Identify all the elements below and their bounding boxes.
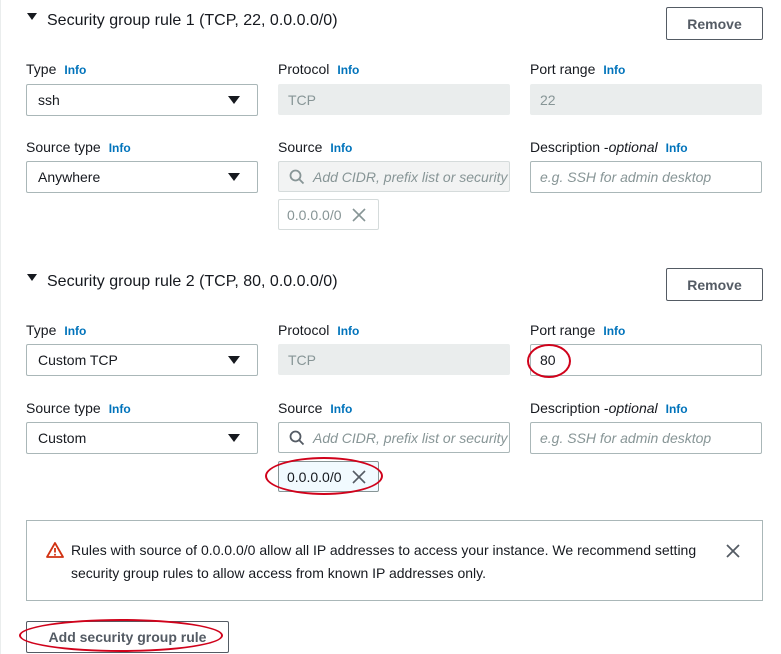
rule-2-source-type-label: Source type Info <box>26 400 131 416</box>
source-placeholder: Add CIDR, prefix list or security <box>313 168 508 185</box>
warning-alert: Rules with source of 0.0.0.0/0 allow all… <box>26 520 763 601</box>
port-value: 80 <box>540 352 556 368</box>
info-link[interactable]: Info <box>64 324 86 338</box>
info-link[interactable]: Info <box>330 402 352 416</box>
info-link[interactable]: Info <box>337 324 359 338</box>
source-label-text: Source <box>278 400 323 416</box>
rule-1-source-type-label: Source type Info <box>26 139 131 155</box>
caret-down-icon <box>228 173 240 181</box>
source-type-label-text: Source type <box>26 139 101 155</box>
search-icon <box>289 169 305 185</box>
rule-2-remove-button[interactable]: Remove <box>666 268 763 301</box>
info-link[interactable]: Info <box>330 141 352 155</box>
rule-2-description-label: Description - optional Info <box>530 400 688 416</box>
caret-down-icon <box>228 434 240 442</box>
rule-1-description-label: Description - optional Info <box>530 139 688 155</box>
rule-2-source-label: Source Info <box>278 400 352 416</box>
protocol-value: TCP <box>288 91 316 108</box>
info-link[interactable]: Info <box>603 63 625 77</box>
rule-2-source-input[interactable]: Add CIDR, prefix list or security <box>278 422 510 453</box>
rule-1-protocol-field: TCP <box>278 84 510 115</box>
info-link[interactable]: Info <box>337 63 359 77</box>
warning-line-1: Rules with source of 0.0.0.0/0 allow all… <box>71 542 697 558</box>
rule-1-header[interactable]: Security group rule 1 (TCP, 22, 0.0.0.0/… <box>27 12 338 30</box>
close-icon[interactable] <box>726 544 740 563</box>
info-link[interactable]: Info <box>603 324 625 338</box>
rule-2-protocol-field: TCP <box>278 344 510 375</box>
rule-2-title: Security group rule 2 (TCP, 80, 0.0.0.0/… <box>47 273 338 290</box>
rule-2-type-label: Type Info <box>26 322 86 338</box>
caret-down-icon[interactable] <box>27 273 37 281</box>
rule-1-port-field: 22 <box>530 84 762 115</box>
optional-tag: optional <box>608 400 658 416</box>
rule-1-source-input[interactable]: Add CIDR, prefix list or security <box>278 161 510 192</box>
rule-2-source-token: 0.0.0.0/0 <box>278 461 379 492</box>
rule-1-protocol-label: Protocol Info <box>278 61 359 77</box>
optional-tag: optional <box>608 139 658 155</box>
type-select-value: Custom TCP <box>38 352 118 368</box>
protocol-value: TCP <box>288 351 316 368</box>
rule-1-type-label: Type Info <box>26 61 86 77</box>
rule-2-header[interactable]: Security group rule 2 (TCP, 80, 0.0.0.0/… <box>27 273 338 291</box>
rule-1-port-label: Port range Info <box>530 61 625 77</box>
source-label-text: Source <box>278 139 323 155</box>
info-link[interactable]: Info <box>64 63 86 77</box>
protocol-label-text: Protocol <box>278 322 330 338</box>
close-icon[interactable] <box>351 469 366 484</box>
info-link[interactable]: Info <box>109 402 131 416</box>
description-placeholder: e.g. SSH for admin desktop <box>540 430 712 446</box>
security-group-rules-panel: Security group rule 1 (TCP, 22, 0.0.0.0/… <box>0 0 781 654</box>
caret-down-icon[interactable] <box>27 12 37 20</box>
port-value: 22 <box>540 91 556 108</box>
type-select-value: ssh <box>38 92 60 108</box>
caret-down-icon <box>228 96 240 104</box>
type-label-text: Type <box>26 322 57 338</box>
rule-2-description-input[interactable]: e.g. SSH for admin desktop <box>530 422 762 454</box>
search-icon <box>289 430 305 446</box>
source-token-label: 0.0.0.0/0 <box>287 468 342 485</box>
rule-2-source-type-select[interactable]: Custom <box>26 422 258 454</box>
rule-2-port-label: Port range Info <box>530 322 625 338</box>
rule-1-source-label: Source Info <box>278 139 352 155</box>
info-link[interactable]: Info <box>666 402 688 416</box>
rule-2-type-select[interactable]: Custom TCP <box>26 344 258 376</box>
rule-2-port-input[interactable]: 80 <box>530 344 762 376</box>
source-type-label-text: Source type <box>26 400 101 416</box>
caret-down-icon <box>228 356 240 364</box>
rule-1-description-input[interactable]: e.g. SSH for admin desktop <box>530 161 762 193</box>
rule-1-source-token: 0.0.0.0/0 <box>278 199 379 230</box>
port-label-text: Port range <box>530 61 596 77</box>
info-link[interactable]: Info <box>109 141 131 155</box>
warning-icon <box>46 542 64 563</box>
rule-2-protocol-label: Protocol Info <box>278 322 359 338</box>
source-placeholder: Add CIDR, prefix list or security <box>313 429 508 446</box>
source-token-label: 0.0.0.0/0 <box>287 206 342 223</box>
description-label-text: Description - <box>530 139 609 155</box>
description-label-text: Description - <box>530 400 609 416</box>
warning-line-2: security group rules to allow access fro… <box>71 565 487 581</box>
info-link[interactable]: Info <box>666 141 688 155</box>
description-placeholder: e.g. SSH for admin desktop <box>540 169 712 185</box>
add-security-group-rule-button[interactable]: Add security group rule <box>26 621 229 653</box>
rule-1-type-select[interactable]: ssh <box>26 84 258 116</box>
rule-1-source-type-select[interactable]: Anywhere <box>26 161 258 193</box>
rule-1-remove-button[interactable]: Remove <box>666 7 763 40</box>
rule-1-title: Security group rule 1 (TCP, 22, 0.0.0.0/… <box>47 12 338 29</box>
type-label-text: Type <box>26 61 57 77</box>
close-icon[interactable] <box>351 207 366 222</box>
warning-message: Rules with source of 0.0.0.0/0 allow all… <box>71 539 711 585</box>
source-type-value: Custom <box>38 430 87 446</box>
protocol-label-text: Protocol <box>278 61 330 77</box>
source-type-value: Anywhere <box>38 169 101 185</box>
port-label-text: Port range <box>530 322 596 338</box>
